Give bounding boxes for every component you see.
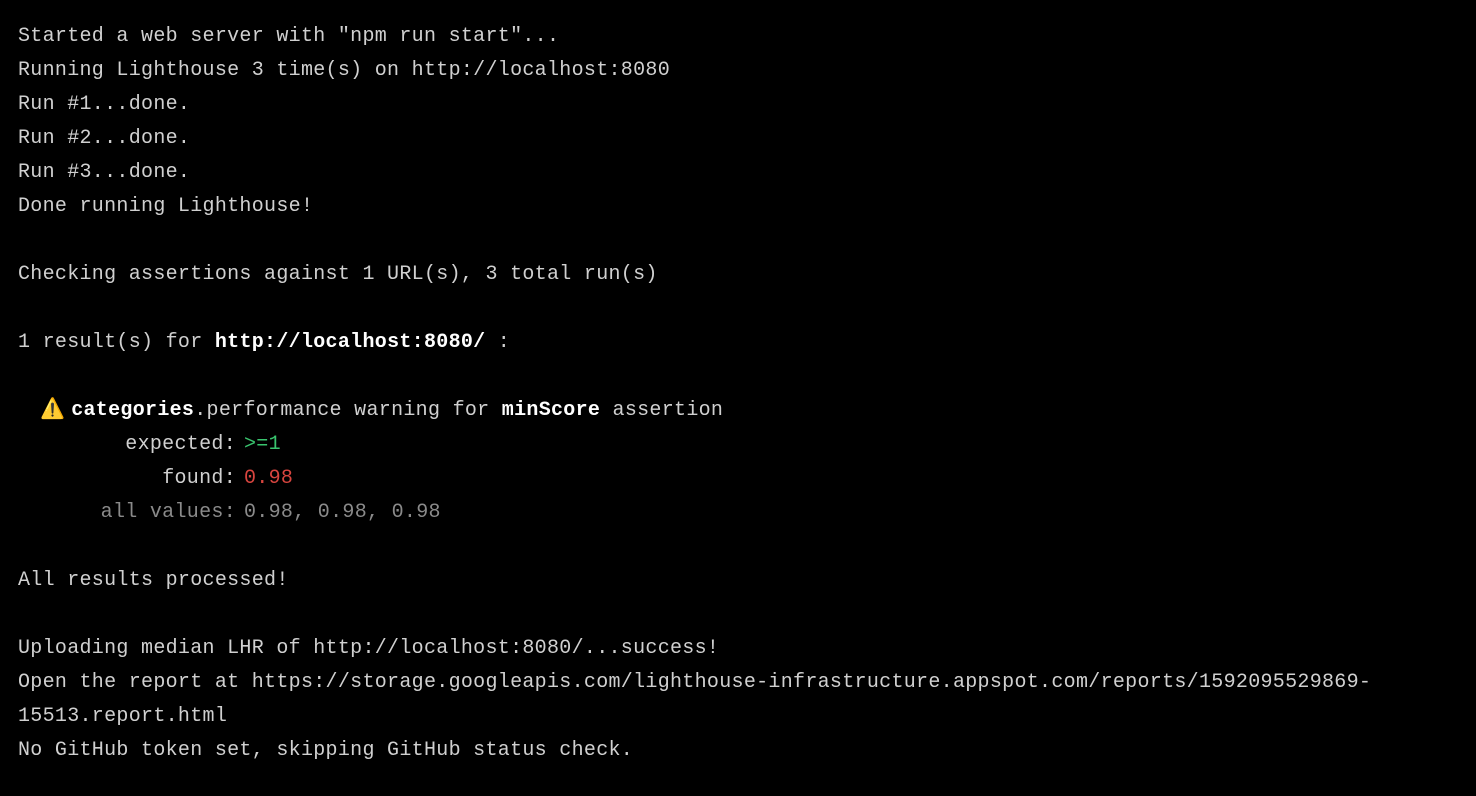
log-line-done: Done running Lighthouse! (18, 190, 1458, 224)
log-line-run3: Run #3...done. (18, 156, 1458, 190)
assertion-found-value: 0.98 (244, 467, 293, 490)
assertion-category: categories (71, 399, 194, 422)
warning-icon: ⚠️ (40, 394, 65, 428)
log-line-uploading: Uploading median LHR of http://localhost… (18, 632, 1458, 666)
assertion-allvalues: all values:0.98, 0.98, 0.98 (18, 496, 1458, 530)
assertion-expected: expected:>=1 (18, 428, 1458, 462)
assertion-allvalues-value: 0.98, 0.98, 0.98 (244, 501, 441, 524)
log-line-processed: All results processed! (18, 564, 1458, 598)
assertion-rule: minScore (502, 399, 600, 422)
assertion-expected-value: >=1 (244, 433, 281, 456)
log-line-results: 1 result(s) for http://localhost:8080/ : (18, 326, 1458, 360)
log-line-checking: Checking assertions against 1 URL(s), 3 … (18, 258, 1458, 292)
log-line-started: Started a web server with "npm run start… (18, 20, 1458, 54)
log-line-open-report: Open the report at https://storage.googl… (18, 666, 1458, 734)
assertion-found-label: found: (84, 462, 244, 496)
results-url: http://localhost:8080/ (215, 331, 486, 354)
log-line-running: Running Lighthouse 3 time(s) on http://l… (18, 54, 1458, 88)
assertion-allvalues-label: all values: (84, 496, 244, 530)
assertion-line: ⚠️categories.performance warning for min… (18, 394, 1458, 428)
log-line-run1: Run #1...done. (18, 88, 1458, 122)
log-line-run2: Run #2...done. (18, 122, 1458, 156)
log-line-no-github: No GitHub token set, skipping GitHub sta… (18, 734, 1458, 768)
terminal-output: Started a web server with "npm run start… (18, 20, 1458, 768)
assertion-found: found:0.98 (18, 462, 1458, 496)
assertion-expected-label: expected: (84, 428, 244, 462)
